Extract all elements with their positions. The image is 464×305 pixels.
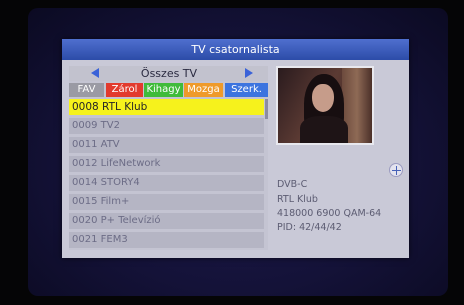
channel-row[interactable]: 0012 LifeNetwork <box>69 156 264 172</box>
channel-row[interactable]: 0011 ATV <box>69 137 264 153</box>
pid-info: PID: 42/44/42 <box>277 222 342 233</box>
lock-button[interactable]: Zárol <box>106 83 143 97</box>
group-name: Összes TV <box>140 67 198 80</box>
arrow-right-icon[interactable] <box>245 68 253 78</box>
channel-row[interactable]: 0009 TV2 <box>69 118 264 134</box>
channel-name: RTL Klub <box>277 194 318 205</box>
group-selector[interactable]: Összes TV <box>69 66 268 81</box>
video-preview <box>276 66 374 145</box>
channel-row[interactable]: 0020 P+ Televízió <box>69 213 264 229</box>
skip-button[interactable]: Kihagy <box>144 83 183 97</box>
system-type: DVB-C <box>277 179 308 190</box>
fav-button[interactable]: FAV <box>69 83 104 97</box>
channel-row[interactable]: 0014 STORY4 <box>69 175 264 191</box>
channel-list-window: TV csatornalista Összes TV FAV Zárol Kih… <box>62 39 409 258</box>
channel-row[interactable]: 0021 FEM3 <box>69 232 264 248</box>
channel-row[interactable]: 0015 Film+ <box>69 194 264 210</box>
function-buttons: FAV Zárol Kihagy Mozga Szerk. <box>69 83 268 97</box>
edit-button[interactable]: Szerk. <box>225 83 268 97</box>
arrow-left-icon[interactable] <box>91 68 99 78</box>
plus-circle-icon[interactable] <box>389 163 403 177</box>
channel-row-selected[interactable]: 0008 RTL Klub <box>69 99 264 115</box>
move-button[interactable]: Mozga <box>184 83 223 97</box>
channel-list-panel: Összes TV FAV Zárol Kihagy Mozga Szerk. … <box>69 66 268 250</box>
tuning-params: 418000 6900 QAM-64 <box>277 208 382 219</box>
scrollbar[interactable] <box>265 99 268 119</box>
window-title: TV csatornalista <box>62 39 409 60</box>
